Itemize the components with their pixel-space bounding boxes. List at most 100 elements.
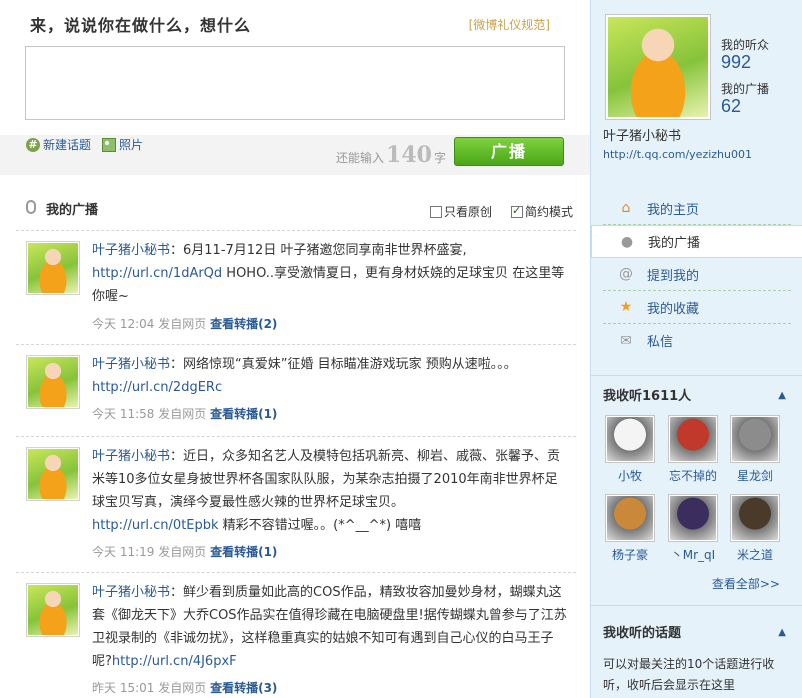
counter-value: 140 (386, 142, 432, 168)
following-name[interactable]: 杨子豪 (604, 546, 656, 563)
sidebar-nav-label: 私信 (647, 335, 674, 350)
post-meta: 今天 12:04 发自网页 查看转播(2) (92, 315, 277, 332)
feed-title: 我的广播 (46, 203, 99, 218)
broadcasts-count[interactable]: 62 (721, 96, 741, 117)
view-reposts-link[interactable]: 查看转播(1) (210, 407, 277, 421)
feed-post: 叶子猪小秘书：鲜少看到质量如此高的COS作品，精致妆容加曼妙身材，蝴蝶丸这套《御… (16, 572, 576, 698)
post-time: 今天 11:19 (92, 545, 155, 559)
photo-icon (102, 137, 116, 152)
post-meta: 今天 11:58 发自网页 查看转播(1) (92, 405, 277, 422)
collapse-arrow-icon[interactable]: ▲ (778, 627, 786, 638)
post-author[interactable]: 叶子猪小秘书 (92, 449, 170, 464)
profile-username[interactable]: 叶子猪小秘书 (603, 125, 681, 144)
following-avatar[interactable] (730, 415, 780, 463)
view-reposts-link[interactable]: 查看转播(1) (210, 545, 277, 559)
post-content-cont: 精彩不容错过喔。。(*^__^*) 嘻嘻 (218, 518, 422, 533)
compose-textarea-wrapper[interactable] (25, 46, 565, 120)
following-name[interactable]: 米之道 (729, 546, 781, 563)
section-divider (591, 375, 802, 376)
new-topic-label: 新建话题 (43, 138, 92, 152)
home-icon: ⌂ (621, 200, 631, 216)
following-avatar[interactable] (605, 415, 655, 463)
following-user[interactable]: 米之道 (729, 494, 781, 563)
new-topic-button[interactable]: # 新建话题 (26, 136, 91, 153)
following-avatar[interactable] (668, 494, 718, 542)
compose-input[interactable] (26, 47, 564, 119)
following-user[interactable]: 丶Mr_qI (667, 494, 719, 563)
sidebar-nav-item[interactable]: @ 提到我的 (603, 258, 791, 291)
post-author[interactable]: 叶子猪小秘书 (92, 585, 170, 600)
counter-suffix: 字 (433, 151, 446, 165)
etiquette-link[interactable]: [微博礼仪规范] (469, 16, 550, 33)
post-link[interactable]: http://url.cn/2dgERc (92, 380, 222, 395)
feed-post: 叶子猪小秘书：网络惊现“真爱妹”征婚 目标瞄准游戏玩家 预购从速啦。。。 http… (16, 344, 576, 436)
following-name[interactable]: 小牧 (604, 467, 656, 484)
following-user[interactable]: 小牧 (604, 415, 656, 484)
post-meta: 昨天 15:01 发自网页 查看转播(3) (92, 679, 277, 696)
sidebar-nav-item[interactable]: ⌂ 我的主页 (603, 192, 791, 225)
broadcasts-label[interactable]: 我的广播 (721, 80, 769, 97)
following-user[interactable]: 忘不掉的 (667, 415, 719, 484)
microphone-icon (26, 200, 36, 214)
simple-mode-label: 简约模式 (525, 205, 574, 219)
following-name[interactable]: 星龙剑 (729, 467, 781, 484)
sidebar-nav-item[interactable]: ✉ 私信 (603, 324, 791, 357)
post-text: 叶子猪小秘书：近日，众多知名艺人及模特包括巩新亮、柳岩、戚薇、张馨予、贡米等10… (92, 445, 570, 537)
post-time: 昨天 15:01 (92, 681, 155, 695)
following-name[interactable]: 忘不掉的 (667, 467, 719, 484)
post-source: 发自网页 (158, 407, 207, 421)
sidebar-nav-item[interactable]: ● 我的广播 (591, 225, 802, 258)
post-avatar[interactable] (26, 241, 80, 295)
photo-button[interactable]: 照片 (102, 136, 143, 153)
char-counter: 还能输入 140 字 (336, 142, 446, 168)
post-author[interactable]: 叶子猪小秘书 (92, 357, 170, 372)
topic-icon: # (26, 137, 40, 152)
post-link[interactable]: http://url.cn/0tEpbk (92, 518, 219, 533)
broadcast-button[interactable]: 广播 (454, 137, 564, 166)
following-title: 我收听1611人 (603, 389, 692, 404)
star-icon: ★ (619, 299, 633, 315)
post-content: ：网络惊现“真爱妹”征婚 目标瞄准游戏玩家 预购从速啦。。。 (170, 357, 517, 372)
post-source: 发自网页 (158, 317, 207, 331)
sidebar: 我的听众 992 我的广播 62 叶子猪小秘书 http://t.qq.com/… (590, 0, 802, 698)
view-reposts-link[interactable]: 查看转播(3) (210, 681, 277, 695)
counter-prefix: 还能输入 (336, 151, 385, 165)
post-source: 发自网页 (158, 681, 207, 695)
following-user[interactable]: 杨子豪 (604, 494, 656, 563)
post-avatar[interactable] (26, 355, 80, 409)
following-avatar[interactable] (605, 494, 655, 542)
post-meta: 今天 11:19 发自网页 查看转播(1) (92, 543, 277, 560)
photo-label: 照片 (119, 138, 144, 152)
post-source: 发自网页 (158, 545, 207, 559)
following-avatar[interactable] (668, 415, 718, 463)
post-text: 叶子猪小秘书：6月11-7月12日 叶子猪邀您同享南非世界杯盛宴, http://… (92, 239, 570, 308)
sidebar-nav-label: 我的主页 (647, 202, 700, 218)
original-only-label: 只看原创 (444, 205, 493, 219)
post-text: 叶子猪小秘书：鲜少看到质量如此高的COS作品，精致妆容加曼妙身材，蝴蝶丸这套《御… (92, 581, 570, 673)
listeners-count[interactable]: 992 (721, 52, 751, 73)
simple-mode-checkbox[interactable] (511, 204, 523, 218)
listeners-label[interactable]: 我的听众 (721, 36, 769, 53)
post-avatar[interactable] (26, 447, 80, 501)
post-time: 今天 11:58 (92, 407, 155, 421)
post-avatar[interactable] (26, 583, 80, 637)
profile-url[interactable]: http://t.qq.com/yezizhu001 (603, 148, 752, 161)
following-name[interactable]: 丶Mr_qI (667, 546, 719, 563)
see-all-following-link[interactable]: 查看全部>> (712, 575, 780, 592)
sidebar-nav-item[interactable]: ★ 我的收藏 (603, 291, 791, 324)
simple-mode-filter[interactable]: 简约模式 (511, 203, 573, 220)
original-only-filter[interactable]: 只看原创 (430, 203, 492, 220)
topics-description: 可以对最关注的10个话题进行收听，收听后会显示在这里 (603, 657, 775, 692)
post-author[interactable]: 叶子猪小秘书 (92, 243, 170, 258)
view-reposts-link[interactable]: 查看转播(2) (210, 317, 277, 331)
profile-avatar[interactable] (605, 14, 711, 120)
collapse-arrow-icon[interactable]: ▲ (778, 390, 786, 401)
following-user[interactable]: 星龙剑 (729, 415, 781, 484)
post-link[interactable]: http://url.cn/1dArQd (92, 266, 222, 281)
original-only-checkbox[interactable] (430, 205, 442, 218)
following-avatar[interactable] (730, 494, 780, 542)
post-link[interactable]: http://url.cn/4J6pxF (112, 654, 237, 669)
post-time: 今天 12:04 (92, 317, 155, 331)
sidebar-nav-label: 我的广播 (648, 236, 701, 251)
sidebar-nav: ⌂ 我的主页 ● 我的广播 @ 提到我的 ★ 我的收藏 ✉ 私信 (591, 192, 802, 357)
